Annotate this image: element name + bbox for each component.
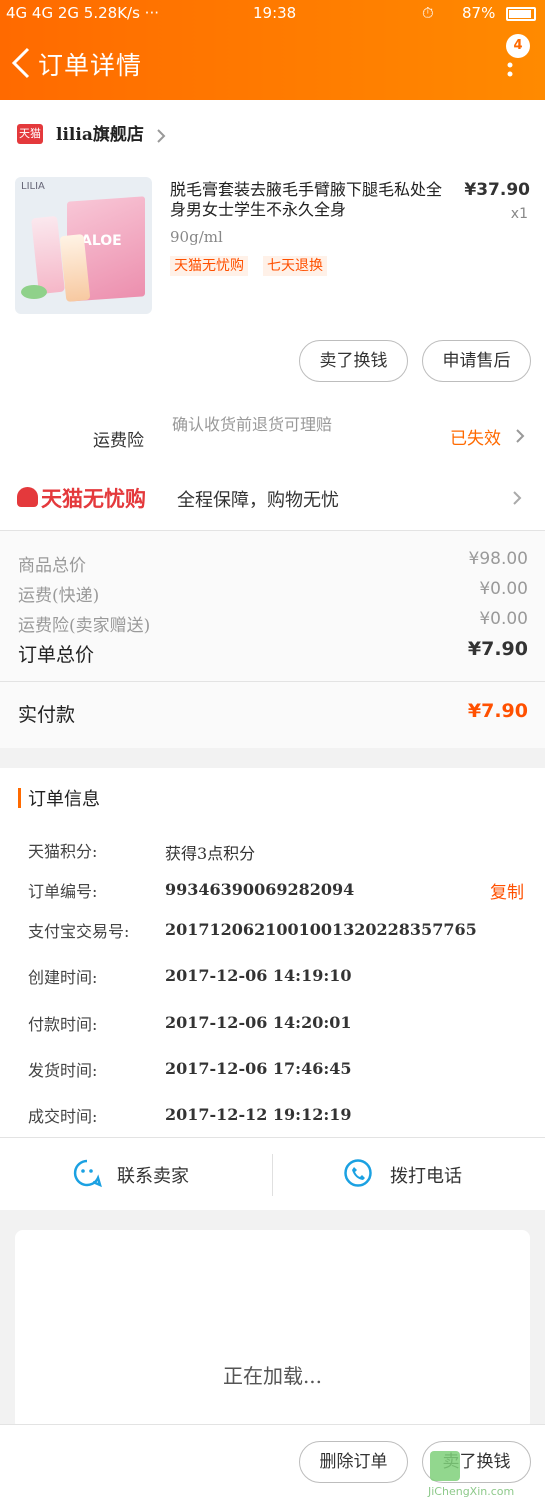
- paid-time-value: 2017-12-06 14:20:01: [165, 1013, 352, 1032]
- shield-icon: [17, 487, 38, 507]
- paid-value: ¥7.90: [467, 700, 528, 722]
- message-count-badge[interactable]: 4: [506, 34, 530, 58]
- shop-name[interactable]: lilia旗舰店: [56, 120, 144, 145]
- product-price: ¥37.90: [464, 180, 530, 200]
- app-header: 4G 4G 2G 5.28K/s ··· 19:38 ⏱ 87% 订单详情 4: [0, 0, 545, 100]
- more-menu-icon[interactable]: [506, 62, 514, 82]
- battery-icon: [506, 7, 536, 21]
- chevron-right-icon[interactable]: [512, 490, 522, 506]
- status-time: 19:38: [253, 4, 297, 22]
- battery-percent: 87%: [462, 4, 496, 22]
- alipay-trade-label: 支付宝交易号:: [28, 922, 130, 941]
- product-title[interactable]: 脱毛膏套装去腋毛手臂腋下腿毛私处全身男女士学生不永久全身: [170, 180, 452, 220]
- order-total-label: 订单总价: [18, 644, 95, 666]
- order-total-value: ¥7.90: [467, 638, 528, 660]
- chat-bubble-icon: [73, 1159, 102, 1188]
- completed-time-value: 2017-12-12 19:12:19: [165, 1105, 352, 1124]
- price-summary: 商品总价 ¥98.00 运费(快递) ¥0.00 运费险(卖家赠送) ¥0.00…: [0, 531, 545, 681]
- order-info-section: 订单信息 天猫积分: 获得3点积分 订单编号: 9934639006928209…: [0, 768, 545, 1138]
- order-number-value: 99346390069282094: [165, 880, 355, 899]
- paid-time-label: 付款时间:: [28, 1015, 98, 1034]
- call-phone-label: 拨打电话: [390, 1166, 462, 1187]
- contact-seller-button[interactable]: 联系卖家: [0, 1138, 272, 1210]
- shipped-time-value: 2017-12-06 17:46:45: [165, 1059, 352, 1078]
- shipping-insurance-value: ¥0.00: [479, 609, 528, 629]
- goods-total-label: 商品总价: [18, 556, 86, 576]
- chevron-right-icon[interactable]: [156, 128, 166, 144]
- insurance-desc: 确认收货前退货可理赔: [172, 415, 333, 434]
- watermark-logo-icon: [430, 1451, 460, 1481]
- tmall-logo-icon: 天猫: [17, 124, 43, 144]
- insurance-status[interactable]: 已失效: [450, 424, 501, 449]
- completed-time-label: 成交时间:: [28, 1107, 98, 1126]
- chevron-right-icon[interactable]: [515, 428, 525, 444]
- order-number-label: 订单编号:: [28, 882, 98, 901]
- delete-order-button[interactable]: 删除订单: [299, 1441, 408, 1483]
- product-quantity: x1: [510, 206, 528, 222]
- apply-after-sale-button[interactable]: 申请售后: [422, 340, 531, 382]
- page-title: 订单详情: [38, 51, 143, 80]
- order-goods-card: 天猫 lilia旗舰店 LILIA ALOE 脱毛膏套装去腋毛手臂腋下腿毛私处全…: [0, 100, 545, 530]
- points-label: 天猫积分:: [28, 842, 98, 861]
- product-tube-image: [31, 215, 65, 295]
- tmall-worry-free-desc: 全程保障，购物无忧: [177, 490, 339, 511]
- call-phone-button[interactable]: 拨打电话: [273, 1138, 545, 1210]
- copy-order-number-button[interactable]: 复制: [490, 878, 524, 903]
- status-bar: 4G 4G 2G 5.28K/s ··· 19:38 ⏱ 87%: [0, 0, 545, 28]
- insurance-label: 运费险: [93, 431, 144, 451]
- loading-text: 正在加载...: [222, 1364, 323, 1388]
- created-time-value: 2017-12-06 14:19:10: [165, 966, 352, 985]
- shipped-time-label: 发货时间:: [28, 1061, 98, 1080]
- tag-tmall-worry-free: 天猫无忧购: [170, 256, 248, 276]
- watermark-text: JiChengXin.com: [428, 1485, 515, 1498]
- product-aloe-text: ALOE: [81, 233, 122, 249]
- section-accent-bar: [18, 788, 21, 808]
- contact-bar: 联系卖家 拨打电话: [0, 1138, 545, 1210]
- sell-for-cash-button[interactable]: 卖了换钱: [299, 340, 408, 382]
- alarm-icon: ⏱: [422, 4, 434, 22]
- created-time-label: 创建时间:: [28, 968, 98, 987]
- product-thumbnail[interactable]: LILIA ALOE: [15, 177, 152, 314]
- shipping-value: ¥0.00: [479, 579, 528, 599]
- shipping-insurance-label: 运费险(卖家赠送): [18, 616, 151, 636]
- paid-row: 实付款 ¥7.90: [0, 682, 545, 748]
- product-brand-label: LILIA: [21, 181, 45, 192]
- back-arrow-icon[interactable]: [10, 46, 32, 80]
- goods-total-value: ¥98.00: [468, 549, 528, 569]
- phone-icon: [344, 1159, 372, 1187]
- product-spec: 90g/ml: [170, 228, 223, 246]
- paid-label: 实付款: [18, 704, 76, 726]
- network-status: 4G 4G 2G 5.28K/s ···: [6, 4, 159, 22]
- recommendation-card: 正在加载...: [15, 1230, 530, 1430]
- bottom-action-bar: 删除订单 卖了换钱 JiChengXin.com: [0, 1424, 545, 1500]
- order-info-title: 订单信息: [28, 789, 100, 810]
- alipay-trade-value: 2017120621001001320228357765: [165, 920, 477, 939]
- tag-seven-day-return: 七天退换: [263, 256, 327, 276]
- shipping-label: 运费(快递): [18, 586, 100, 606]
- tmall-worry-free-brand: 天猫无忧购: [41, 487, 146, 511]
- points-value: 获得3点积分: [165, 844, 256, 863]
- contact-seller-label: 联系卖家: [117, 1166, 189, 1187]
- aloe-leaf-image: [21, 285, 47, 299]
